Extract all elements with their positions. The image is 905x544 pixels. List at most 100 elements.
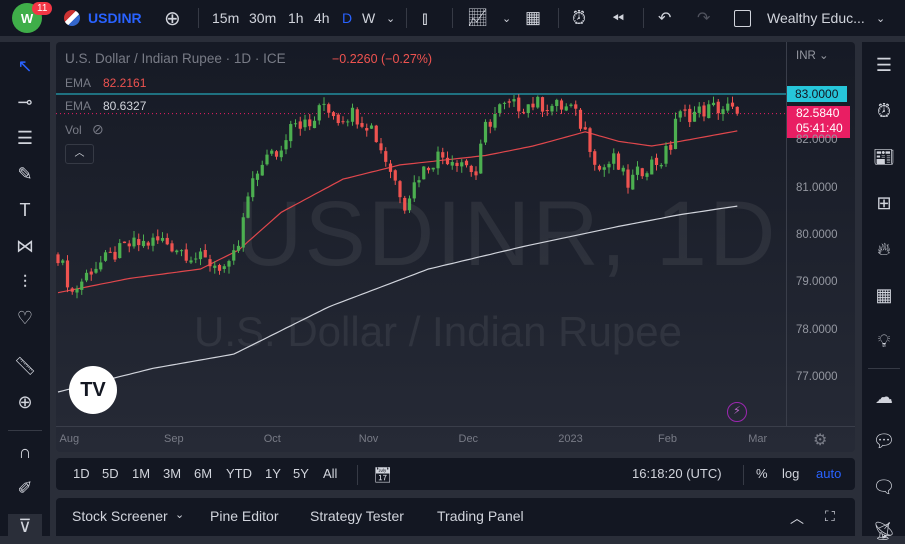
ema2-label: EMA bbox=[65, 99, 92, 113]
chat-cloud-icon[interactable]: ☁︎ bbox=[871, 384, 897, 410]
hide-drawings-icon[interactable]: ⊽ bbox=[8, 514, 42, 538]
fullscreen-box-icon[interactable] bbox=[734, 0, 751, 36]
candle-body bbox=[631, 174, 635, 190]
alarm-add-icon[interactable]: ⏰︎ bbox=[572, 0, 586, 36]
range-1d[interactable]: 1D bbox=[73, 466, 90, 481]
chevron-down-icon[interactable]: ⌄ bbox=[876, 0, 885, 36]
layout-name[interactable]: Wealthy Educ... bbox=[767, 0, 865, 36]
interval-1h[interactable]: 1h bbox=[288, 0, 304, 36]
range-1m[interactable]: 1M bbox=[132, 466, 150, 481]
alarm-clock-icon[interactable]: ⏰︎ bbox=[871, 98, 897, 124]
candle-body bbox=[688, 108, 692, 123]
candle-body bbox=[360, 123, 364, 127]
candle-body bbox=[678, 111, 682, 118]
add-list-icon[interactable]: ⊞ bbox=[871, 190, 897, 216]
range-6m[interactable]: 6M bbox=[194, 466, 212, 481]
candle-body bbox=[403, 197, 407, 211]
price-tick-label: 77.0000 bbox=[796, 370, 838, 383]
candle-body bbox=[184, 249, 188, 261]
range-3m[interactable]: 3M bbox=[163, 466, 181, 481]
price-tick-label: 80.0000 bbox=[796, 228, 838, 241]
trend-line-icon[interactable]: ⊸ bbox=[13, 90, 37, 114]
candle-body bbox=[298, 121, 302, 129]
indicators-icon[interactable]: 📈︎ bbox=[467, 0, 489, 36]
percent-toggle[interactable]: % bbox=[756, 466, 768, 481]
redo-icon[interactable]: ↷ bbox=[697, 0, 710, 36]
calendar-icon[interactable]: ▦ bbox=[871, 282, 897, 308]
clock-time[interactable]: 16:18:20 (UTC) bbox=[632, 466, 722, 481]
collapse-panel-icon[interactable]: ︿ bbox=[790, 508, 804, 528]
candle-body bbox=[317, 105, 321, 121]
zoom-in-icon[interactable]: ⊕ bbox=[13, 390, 37, 414]
lock-drawings-icon[interactable]: ✐ bbox=[13, 476, 37, 500]
chats-icon[interactable]: 💬︎ bbox=[871, 428, 897, 454]
interval-d[interactable]: D bbox=[342, 0, 352, 36]
tradingview-logo-icon[interactable]: TV bbox=[69, 366, 117, 414]
layout-grid-icon[interactable]: ▦ bbox=[525, 0, 541, 36]
candle-body bbox=[697, 106, 701, 113]
price-chart[interactable] bbox=[56, 42, 786, 426]
lightning-icon[interactable]: ⚡︎ bbox=[727, 402, 747, 422]
eye-hidden-icon[interactable]: ⊘ bbox=[92, 121, 104, 138]
heart-icon[interactable]: ♡ bbox=[13, 306, 37, 330]
tab-trading-panel[interactable]: Trading Panel bbox=[437, 508, 524, 524]
range-1y[interactable]: 1Y bbox=[265, 466, 281, 481]
interval-4h[interactable]: 4h bbox=[314, 0, 330, 36]
range-5y[interactable]: 5Y bbox=[293, 466, 309, 481]
broadcast-icon[interactable]: 📡︎ bbox=[871, 518, 897, 544]
chart-pane[interactable]: USDINR, 1D U.S. Dollar / Indian Rupee U.… bbox=[56, 42, 855, 452]
collapse-legend-button[interactable]: ︿ bbox=[65, 144, 94, 164]
interval-15m[interactable]: 15m bbox=[212, 0, 239, 36]
compare-add-icon[interactable]: ⊕ bbox=[164, 0, 181, 36]
range-all[interactable]: All bbox=[323, 466, 337, 481]
text-icon[interactable]: T bbox=[13, 198, 37, 222]
symbol-search[interactable]: USDINR bbox=[64, 0, 142, 36]
notification-badge: 11 bbox=[32, 2, 53, 15]
candle-body bbox=[189, 260, 193, 263]
ideas-lightbulb-icon[interactable]: 💡︎ bbox=[871, 328, 897, 354]
chevron-down-icon[interactable]: ⌄ bbox=[386, 0, 395, 36]
magnet-icon[interactable]: ∩ bbox=[13, 440, 37, 464]
time-tick-label: 2023 bbox=[558, 433, 583, 445]
maximize-panel-icon[interactable]: ⛶ bbox=[825, 508, 835, 525]
candle-body bbox=[607, 163, 611, 168]
currency-selector[interactable]: INR ⌄ bbox=[796, 48, 829, 62]
candle-body bbox=[70, 288, 74, 292]
auto-toggle[interactable]: auto bbox=[816, 466, 841, 481]
chevron-down-icon[interactable]: ⌄ bbox=[175, 508, 184, 521]
interval-w[interactable]: W bbox=[362, 0, 375, 36]
pattern-icon[interactable]: ⋈ bbox=[13, 234, 37, 258]
interval-30m[interactable]: 30m bbox=[249, 0, 276, 36]
tab-strategy-tester[interactable]: Strategy Tester bbox=[310, 508, 404, 524]
watchlist-icon[interactable]: ☰ bbox=[871, 52, 897, 78]
goto-date-icon[interactable]: 📅︎ bbox=[373, 466, 392, 484]
fib-icon[interactable]: ☰ bbox=[13, 126, 37, 150]
settings-gear-icon[interactable]: ⚙︎ bbox=[813, 430, 827, 450]
hotlist-flame-icon[interactable]: 🔥︎ bbox=[871, 236, 897, 262]
brush-icon[interactable]: ✎ bbox=[13, 162, 37, 186]
candle-body bbox=[331, 112, 336, 117]
candle-body bbox=[222, 266, 226, 269]
ruler-icon[interactable]: 📏︎ bbox=[13, 354, 37, 378]
candle-body bbox=[327, 104, 331, 113]
messages-icon[interactable]: 🗨︎ bbox=[871, 474, 897, 500]
prediction-icon[interactable]: ⫶ bbox=[13, 270, 37, 294]
tab-pine-editor[interactable]: Pine Editor bbox=[210, 508, 278, 524]
candle-body bbox=[521, 111, 526, 113]
tab-stock-screener[interactable]: Stock Screener bbox=[72, 508, 168, 524]
chevron-down-icon[interactable]: ⌄ bbox=[502, 0, 511, 36]
candle-body bbox=[274, 151, 279, 157]
candle-body bbox=[626, 169, 630, 188]
news-icon[interactable]: 📰︎ bbox=[871, 144, 897, 170]
candle-body bbox=[650, 159, 654, 175]
replay-icon[interactable]: ⏪︎ bbox=[612, 0, 624, 36]
cursor-icon[interactable]: ↖ bbox=[13, 54, 37, 78]
candles-icon[interactable]: ⫾ bbox=[422, 0, 428, 36]
candle-body bbox=[702, 105, 706, 117]
candle-body bbox=[426, 167, 431, 171]
ema1-value: 82.2161 bbox=[103, 76, 147, 90]
log-toggle[interactable]: log bbox=[782, 466, 799, 481]
undo-icon[interactable]: ↶ bbox=[658, 0, 671, 36]
range-ytd[interactable]: YTD bbox=[226, 466, 252, 481]
range-5d[interactable]: 5D bbox=[102, 466, 119, 481]
